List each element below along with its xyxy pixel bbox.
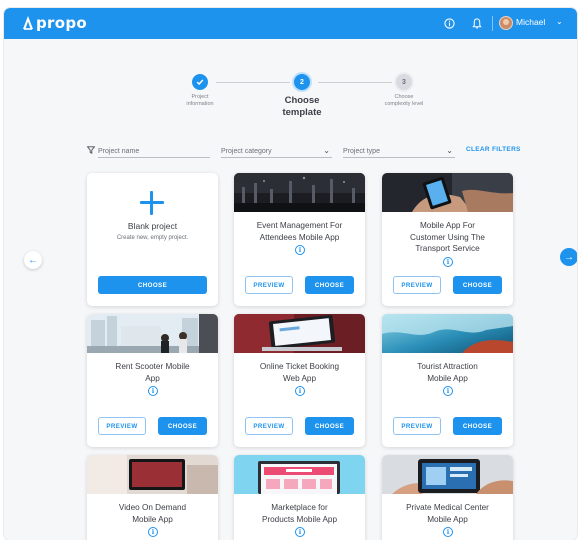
project-name-input[interactable]: Project name — [98, 146, 210, 158]
clear-filters-button[interactable]: CLEAR FILTERS — [466, 146, 521, 153]
blank-project-subtitle: Create new, empty project. — [116, 235, 189, 241]
step-1-complete[interactable] — [192, 74, 208, 90]
step-connector — [318, 82, 392, 83]
choose-button[interactable]: CHOOSE — [158, 417, 207, 435]
template-thumbnail — [382, 455, 513, 494]
preview-button[interactable]: PREVIEW — [98, 417, 146, 435]
chevron-down-icon[interactable]: ⌄ — [556, 17, 563, 26]
preview-button[interactable]: PREVIEW — [245, 276, 293, 294]
template-thumbnail — [234, 173, 365, 212]
top-navigation-bar: propo Michael ⌄ — [4, 8, 577, 39]
logo-a-icon — [23, 16, 33, 30]
template-thumbnail — [87, 455, 218, 494]
preview-button[interactable]: PREVIEW — [393, 276, 441, 294]
funnel-icon — [86, 146, 96, 156]
check-icon — [196, 79, 204, 85]
template-title: Mobile App For Customer Using The Transp… — [410, 221, 485, 253]
arrow-right-icon[interactable]: → — [560, 248, 577, 266]
choose-button[interactable]: CHOOSE — [453, 417, 502, 435]
template-thumbnail — [234, 455, 365, 494]
choose-button[interactable]: CHOOSE — [453, 276, 502, 294]
project-type-label: Project type — [343, 148, 380, 155]
template-card-tourist-attraction[interactable]: Tourist Attraction Mobile App i PREVIEW … — [382, 314, 513, 447]
template-card-marketplace[interactable]: Marketplace for Products Mobile App i — [234, 455, 365, 540]
app-logo[interactable]: propo — [22, 14, 87, 32]
info-icon[interactable]: i — [148, 527, 158, 537]
project-type-select[interactable]: Project type ⌄ — [343, 146, 455, 158]
preview-button[interactable]: PREVIEW — [245, 417, 293, 435]
template-title: Tourist Attraction Mobile App — [417, 362, 478, 383]
template-card-ticket-booking[interactable]: Online Ticket Booking Web App i PREVIEW … — [234, 314, 365, 447]
info-icon[interactable]: i — [443, 257, 453, 267]
chevron-down-icon: ⌄ — [446, 146, 453, 155]
info-icon[interactable] — [442, 16, 456, 30]
step-3-label: Choose complexity level — [384, 94, 424, 107]
template-thumbnail — [87, 314, 218, 353]
template-title: Event Management For Attendees Mobile Ap… — [256, 221, 343, 242]
template-card-medical-center[interactable]: Private Medical Center Mobile App i — [382, 455, 513, 540]
arrow-left-icon[interactable]: ← — [24, 251, 42, 269]
project-name-placeholder: Project name — [98, 148, 140, 155]
template-thumbnail — [382, 314, 513, 353]
blank-project-card[interactable]: Blank project Create new, empty project.… — [87, 173, 218, 306]
project-category-select[interactable]: Project category ⌄ — [221, 146, 332, 158]
info-icon[interactable]: i — [443, 386, 453, 396]
bell-icon[interactable] — [470, 16, 484, 30]
choose-button[interactable]: CHOOSE — [305, 417, 354, 435]
template-card-event-management[interactable]: Event Management For Attendees Mobile Ap… — [234, 173, 365, 306]
info-icon[interactable]: i — [295, 245, 305, 255]
avatar[interactable] — [499, 16, 513, 30]
step-3-upcoming[interactable]: 3 — [396, 74, 412, 90]
template-thumbnail — [382, 173, 513, 212]
project-category-label: Project category — [221, 148, 272, 155]
header-divider — [492, 16, 493, 31]
step-connector — [216, 82, 290, 83]
user-name[interactable]: Michael — [516, 17, 545, 27]
info-icon[interactable]: i — [148, 386, 158, 396]
info-icon[interactable]: i — [295, 386, 305, 396]
template-title: Rent Scooter Mobile App — [115, 362, 190, 383]
choose-button[interactable]: CHOOSE — [305, 276, 354, 294]
chevron-down-icon: ⌄ — [323, 146, 330, 155]
template-title: Marketplace for Products Mobile App — [261, 503, 338, 524]
step-2-label: Choose template — [282, 95, 322, 118]
template-title: Video On Demand Mobile App — [118, 503, 187, 524]
template-card-rent-scooter[interactable]: Rent Scooter Mobile App i PREVIEW CHOOSE — [87, 314, 218, 447]
template-card-transport-service[interactable]: Mobile App For Customer Using The Transp… — [382, 173, 513, 306]
template-title: Online Ticket Booking Web App — [259, 362, 340, 383]
preview-button[interactable]: PREVIEW — [393, 417, 441, 435]
step-2-current[interactable]: 2 — [294, 74, 310, 90]
template-title: Private Medical Center Mobile App — [406, 503, 489, 524]
info-icon[interactable]: i — [443, 527, 453, 537]
plus-icon — [139, 190, 165, 216]
app-window: propo Michael ⌄ Project information 2 Ch… — [4, 8, 577, 540]
template-thumbnail — [234, 314, 365, 353]
step-1-label: Project information — [186, 94, 214, 107]
info-icon[interactable]: i — [295, 527, 305, 537]
blank-project-title: Blank project — [127, 221, 178, 231]
logo-text: propo — [36, 14, 87, 32]
template-card-video-on-demand[interactable]: Video On Demand Mobile App i — [87, 455, 218, 540]
choose-button[interactable]: CHOOSE — [98, 276, 207, 294]
